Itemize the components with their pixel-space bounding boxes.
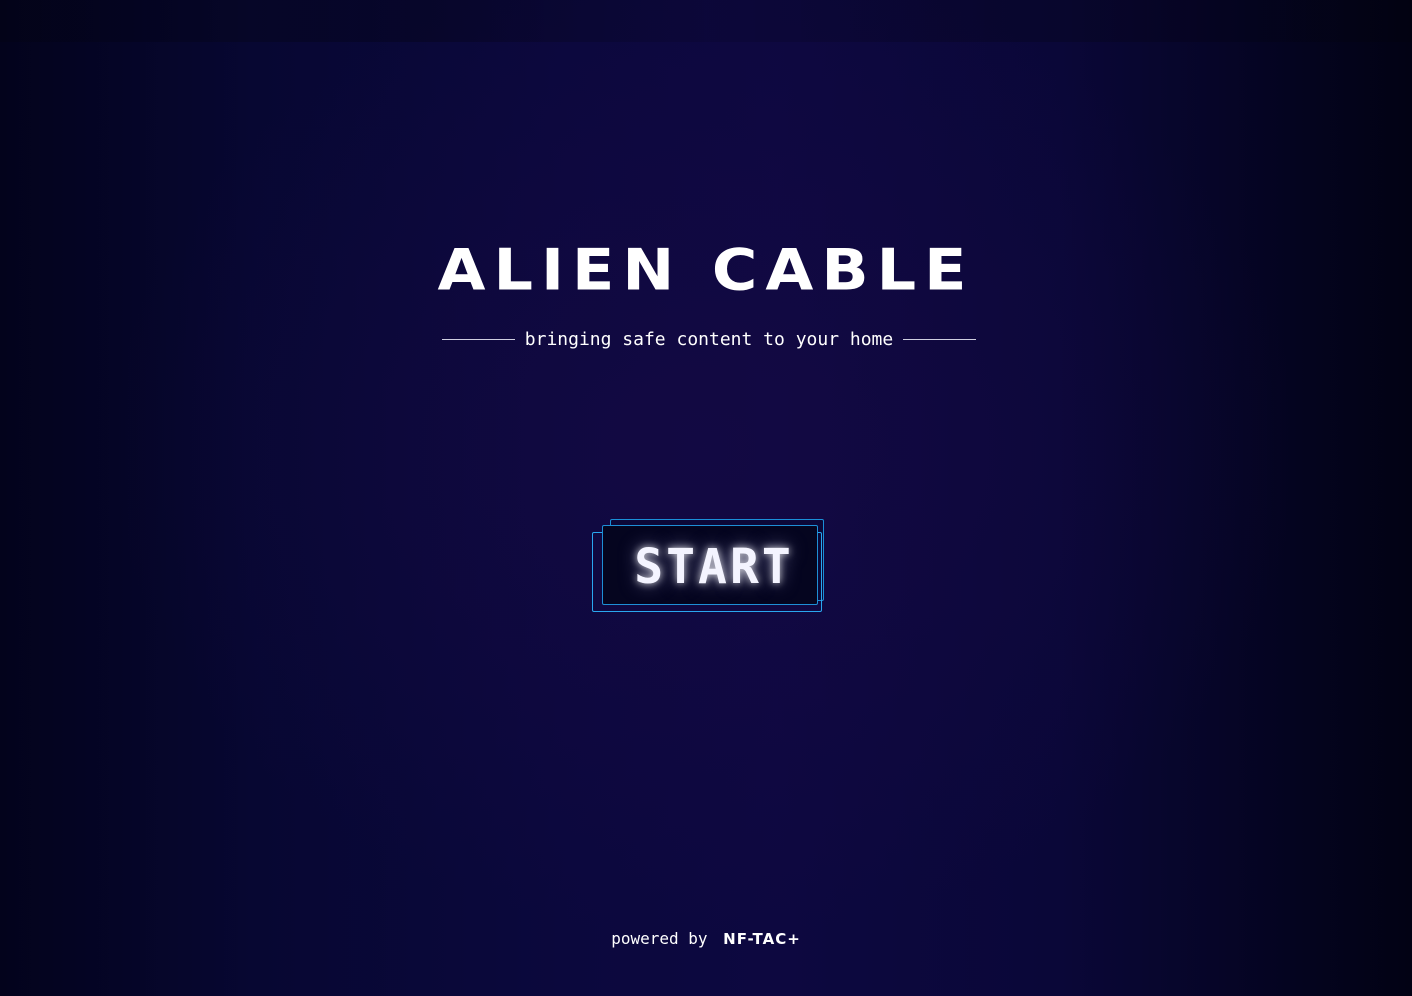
game-title-logo: ALIEN CABLE bbox=[437, 235, 975, 304]
start-button[interactable]: START bbox=[592, 519, 826, 613]
tagline-left-divider bbox=[442, 338, 515, 340]
tagline: bringing safe content to your home bbox=[524, 328, 894, 350]
footer-brand-logo: NF-TAC+ bbox=[723, 930, 801, 948]
footer-prefix: powered by bbox=[611, 929, 708, 948]
footer: powered by NF-TAC+ bbox=[0, 928, 1412, 950]
top-band bbox=[0, 0, 1412, 42]
tagline-right-divider bbox=[903, 338, 976, 340]
start-button-label: START bbox=[634, 539, 794, 595]
tagline-row: bringing safe content to your home bbox=[442, 326, 976, 352]
